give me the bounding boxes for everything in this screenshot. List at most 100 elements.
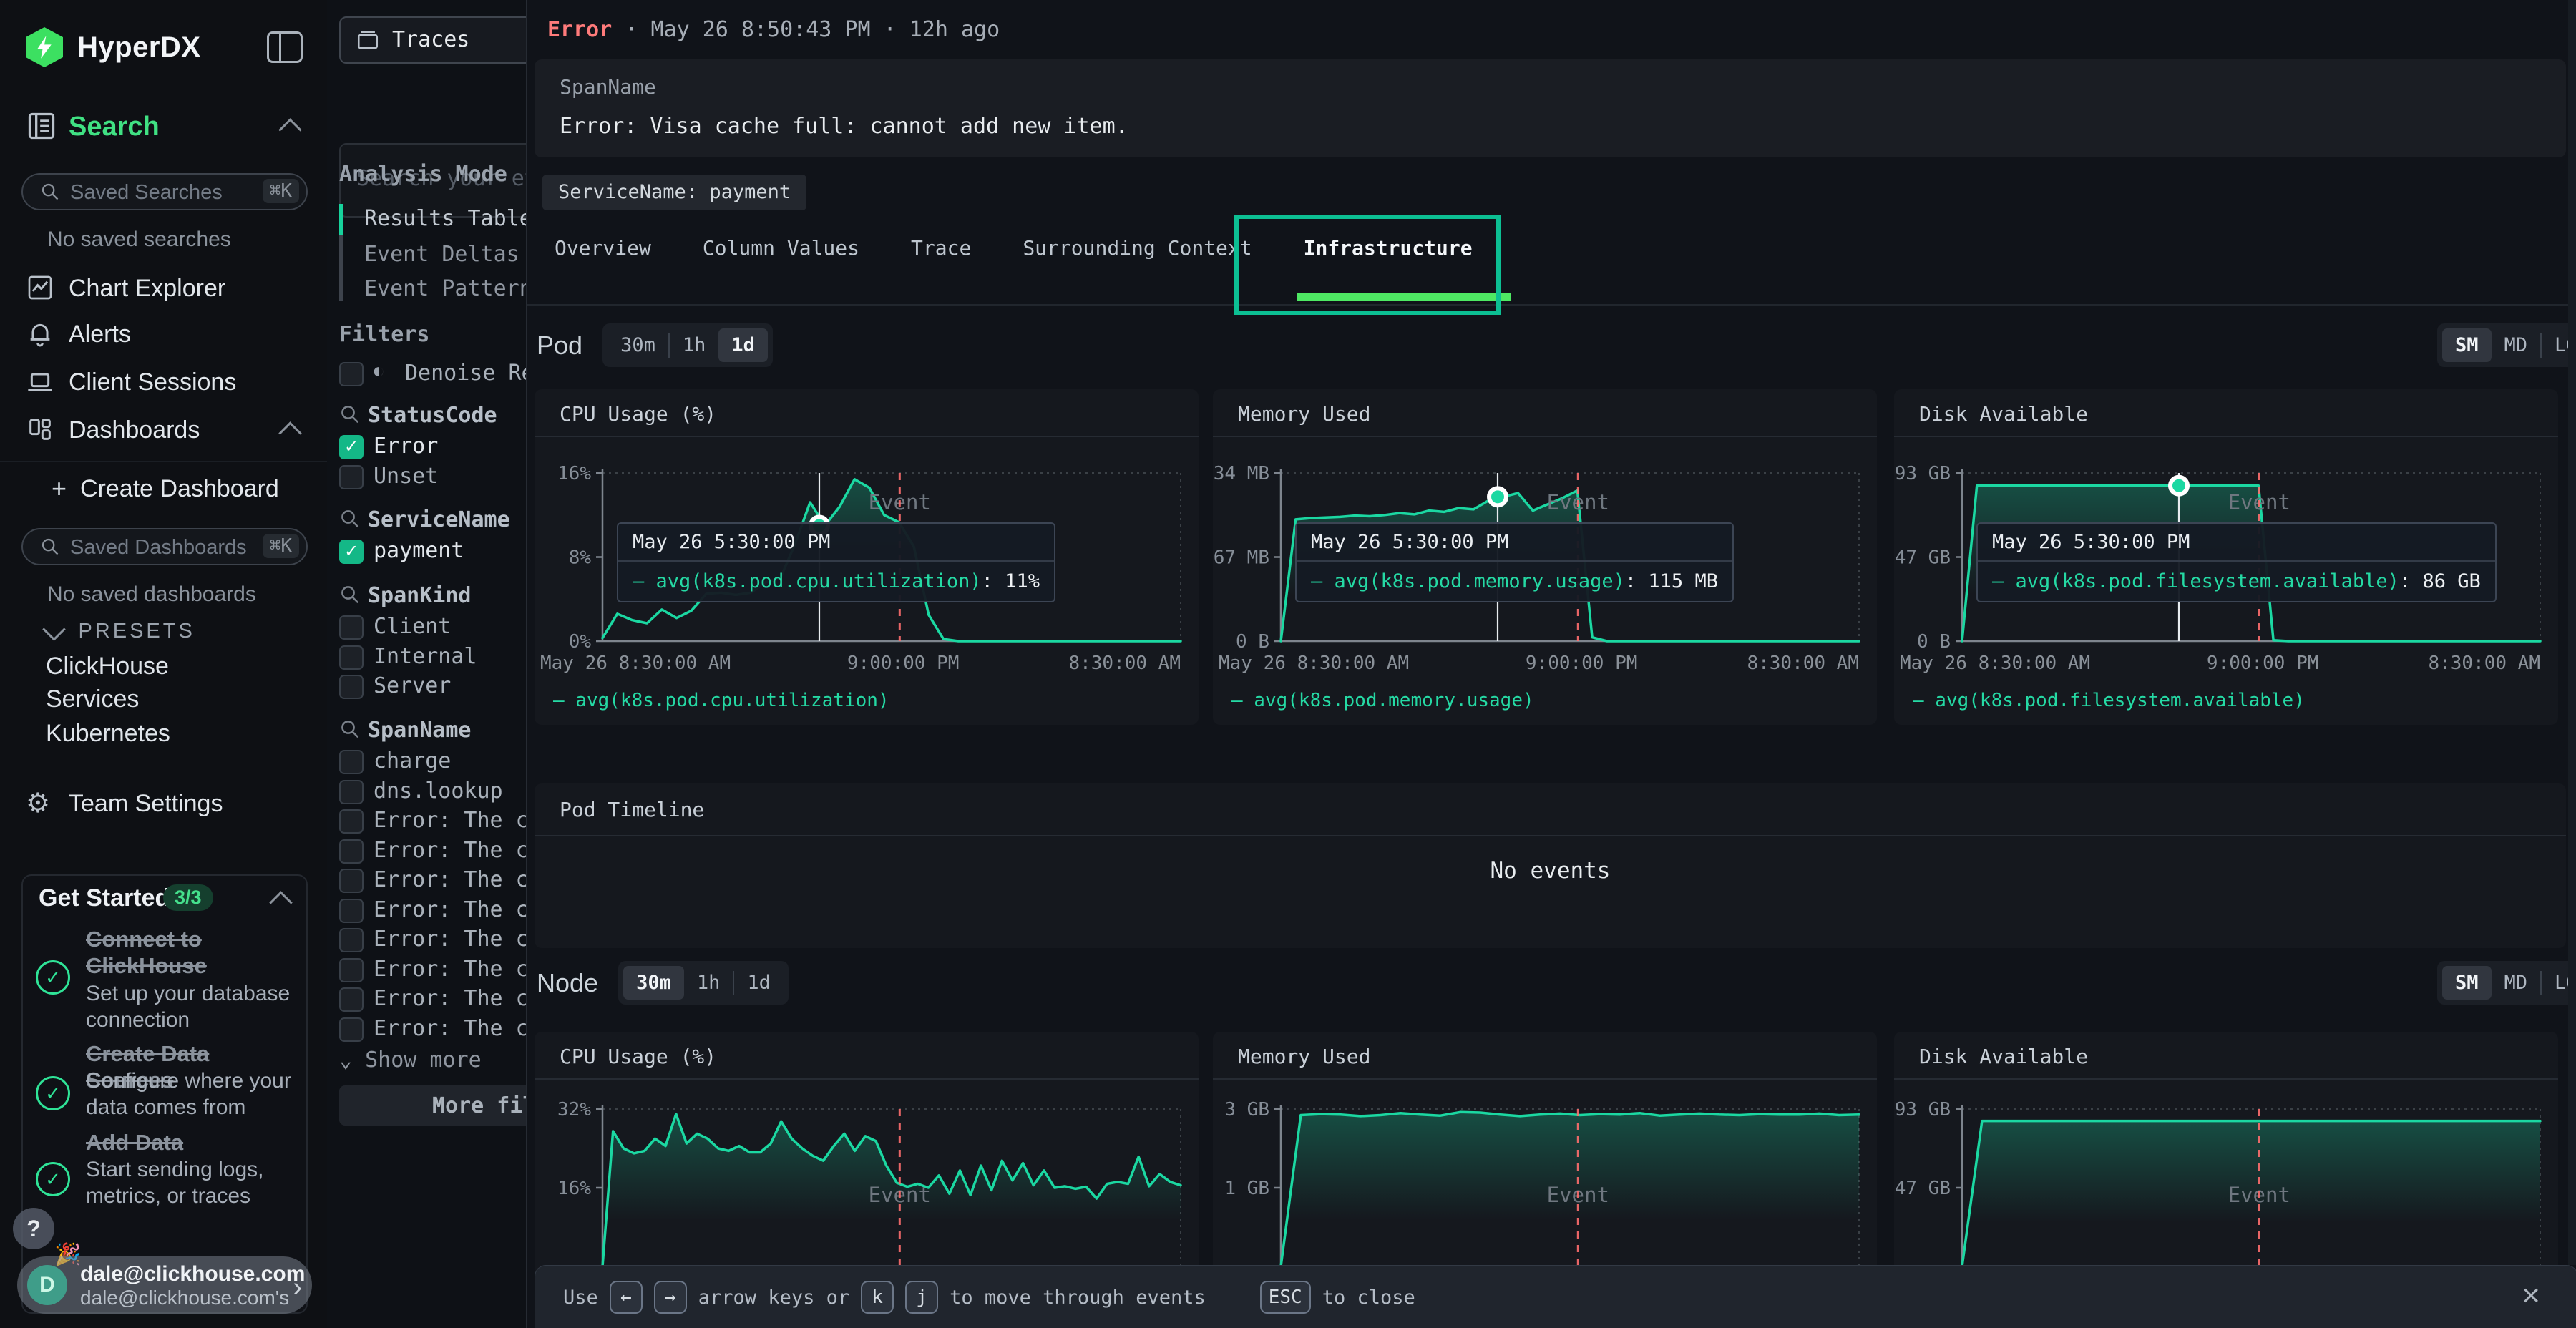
kbd-shortcut: ⌘K: [263, 179, 299, 203]
checkbox-unchecked[interactable]: [339, 465, 364, 489]
check-circle-icon: ✓: [36, 960, 70, 995]
tab-overview[interactable]: Overview: [555, 236, 651, 276]
chart-icon: [26, 273, 54, 306]
node-size-md[interactable]: MD: [2492, 966, 2541, 1000]
checkbox-unchecked[interactable]: [339, 750, 364, 774]
node-range-30m[interactable]: 30m: [623, 966, 684, 1000]
filter-option-label: Error: The cr: [374, 986, 526, 1011]
checkbox-unchecked[interactable]: [339, 958, 364, 982]
filter-option-label: charge: [374, 748, 451, 773]
checkbox-unchecked[interactable]: [339, 645, 364, 670]
close-icon[interactable]: ×: [2522, 1279, 2540, 1313]
analysis-mode-label: Analysis Mode: [339, 162, 507, 187]
service-name-chip[interactable]: ServiceName: payment: [542, 175, 806, 210]
saved-searches-input[interactable]: Saved Searches ⌘K: [21, 173, 308, 210]
hover-marker: [1489, 488, 1506, 505]
source-select[interactable]: Traces: [339, 16, 526, 64]
checkbox-checked[interactable]: ✓: [339, 540, 364, 564]
task-title: Connect to ClickHouse: [86, 926, 293, 979]
sidebar-item-alerts[interactable]: Alerts: [0, 318, 327, 353]
trace-detail-panel: Error · May 26 8:50:43 PM · 12h ago Span…: [526, 0, 2576, 1328]
filter-option-label: Unset: [374, 464, 438, 489]
more-filters-button[interactable]: More fil: [339, 1085, 526, 1126]
no-saved-dashboards-text: No saved dashboards: [47, 582, 256, 607]
search-icon: [40, 182, 60, 202]
chart-card-pod-memory: Memory Used134 MB67 MB0 BEventMay 26 5:3…: [1213, 389, 1877, 725]
analysis-mode-event-patterns[interactable]: Event Patterns: [364, 276, 526, 301]
pod-timeline-empty: No events: [535, 858, 2566, 884]
checkbox-unchecked[interactable]: [339, 987, 364, 1012]
x-axis-label: 8:30:00 AM: [2428, 653, 2540, 674]
filter-option-label: Error: The cr: [374, 867, 526, 892]
analysis-mode-rail: [339, 204, 343, 301]
node-range-1h[interactable]: 1h: [684, 966, 733, 1000]
node-size-control: SMMDLG: [2437, 961, 2576, 1005]
preset-clickhouse[interactable]: ClickHouse: [46, 653, 169, 680]
sidebar-item-team-settings[interactable]: ⚙ Team Settings: [0, 787, 327, 823]
event-timestamp: May 26 8:50:43 PM: [651, 17, 871, 42]
node-section-title: Node: [537, 968, 598, 998]
checkbox-unchecked[interactable]: [339, 899, 364, 923]
check-circle-icon: ✓: [36, 1162, 70, 1196]
search-icon: [339, 584, 361, 605]
chart-tooltip: May 26 5:30:00 PM— avg(k8s.pod.cpu.utili…: [617, 522, 1055, 602]
analysis-mode-event-deltas[interactable]: Event Deltas: [364, 242, 519, 267]
task-subtitle: Set up your database connection: [86, 980, 293, 1033]
saved-dashboards-input[interactable]: Saved Dashboards ⌘K: [21, 528, 308, 565]
task-subtitle: Start sending logs, metrics, or traces: [86, 1156, 293, 1209]
chart-legend[interactable]: — avg(k8s.pod.memory.usage): [1231, 690, 1534, 711]
tab-column-values[interactable]: Column Values: [703, 236, 859, 276]
search-icon: [339, 508, 361, 529]
checkbox-unchecked[interactable]: [339, 869, 364, 893]
sidebar-item-label: Dashboards: [69, 416, 200, 444]
node-range-control: 30m1h1d: [618, 961, 789, 1005]
presets-header[interactable]: PRESETS: [46, 620, 195, 643]
pod-range-1d[interactable]: 1d: [718, 328, 768, 362]
chart-legend[interactable]: — avg(k8s.pod.filesystem.available): [1913, 690, 2305, 711]
tab-trace[interactable]: Trace: [911, 236, 971, 276]
node-size-sm[interactable]: SM: [2442, 966, 2492, 1000]
preset-kubernetes[interactable]: Kubernetes: [46, 720, 170, 748]
sidebar-item-dashboards[interactable]: Dashboards: [0, 414, 327, 449]
node-section-header: Node 30m1h1d: [537, 961, 789, 1005]
show-more-button[interactable]: ⌄ Show more: [339, 1048, 482, 1073]
checkbox-unchecked[interactable]: [339, 809, 364, 834]
svg-text:134 MB: 134 MB: [1213, 463, 1269, 484]
node-range-1d[interactable]: 1d: [734, 966, 784, 1000]
filter-option-label: Internal: [374, 644, 477, 669]
checkbox-unchecked[interactable]: [339, 780, 364, 804]
hyperdx-logo-icon: [26, 27, 63, 67]
tab-surrounding-context[interactable]: Surrounding Context: [1023, 236, 1252, 276]
pod-range-1h[interactable]: 1h: [670, 328, 719, 362]
sidebar-collapse-icon[interactable]: [267, 31, 303, 63]
pod-range-30m[interactable]: 30m: [608, 328, 668, 362]
scrollbar[interactable]: [2568, 0, 2576, 1265]
get-started-badge: 3/3: [163, 884, 213, 911]
checkbox-unchecked[interactable]: [339, 928, 364, 952]
tooltip-value: — avg(k8s.pod.memory.usage): 115 MB: [1297, 562, 1732, 601]
filter-option-label: Error: [374, 434, 438, 459]
preset-services[interactable]: Services: [46, 685, 139, 713]
checkbox-unchecked[interactable]: [339, 1017, 364, 1042]
sidebar-item-chart-explorer[interactable]: Chart Explorer: [0, 272, 327, 308]
svg-text:0%: 0%: [569, 631, 592, 653]
checkbox-unchecked[interactable]: [339, 675, 364, 699]
sidebar-item-search[interactable]: Search: [0, 109, 327, 149]
filter-option-label: Error: The cr: [374, 1016, 526, 1041]
chart-legend[interactable]: — avg(k8s.pod.cpu.utilization): [553, 690, 889, 711]
chevron-up-icon[interactable]: [269, 891, 293, 914]
help-button[interactable]: ?: [13, 1208, 54, 1249]
tooltip-timestamp: May 26 5:30:00 PM: [1978, 524, 2495, 562]
pod-size-sm[interactable]: SM: [2442, 328, 2492, 362]
chevron-up-icon: [278, 118, 302, 142]
create-dashboard-button[interactable]: + Create Dashboard: [0, 472, 327, 508]
span-name-value: Error: Visa cache full: cannot add new i…: [560, 114, 1128, 139]
checkbox-unchecked[interactable]: [339, 615, 364, 640]
svg-text:3 GB: 3 GB: [1224, 1099, 1269, 1120]
checkbox-checked[interactable]: ✓: [339, 435, 364, 459]
analysis-mode-results-table[interactable]: Results Table: [364, 206, 526, 231]
pod-size-md[interactable]: MD: [2492, 328, 2541, 362]
checkbox-unchecked[interactable]: [339, 839, 364, 864]
profile-chip[interactable]: D dale@clickhouse.com dale@clickhouse.co…: [17, 1256, 312, 1314]
sidebar-item-client-sessions[interactable]: Client Sessions: [0, 366, 327, 401]
